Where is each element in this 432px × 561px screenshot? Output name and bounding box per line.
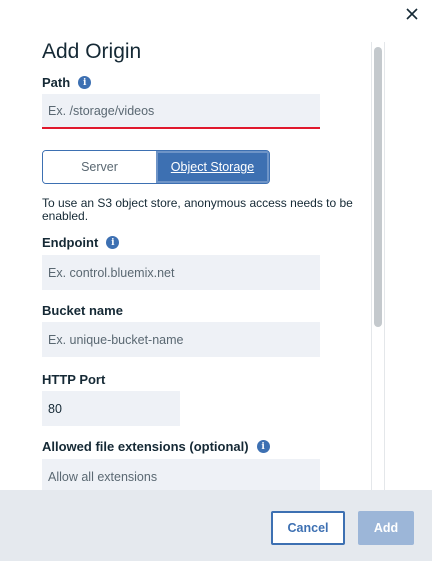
s3-access-note: To use an S3 object store, anonymous acc… [42, 196, 353, 223]
endpoint-input[interactable] [42, 255, 320, 290]
dialog-body: Add Origin Path i Server Object Storage … [0, 0, 372, 490]
endpoint-label: Endpoint [42, 235, 99, 250]
object-storage-option[interactable]: Object Storage [156, 151, 269, 183]
server-option[interactable]: Server [43, 151, 156, 183]
close-button[interactable] [400, 2, 424, 26]
dialog-title: Add Origin [42, 40, 142, 63]
path-input[interactable] [42, 94, 320, 129]
extensions-input[interactable] [42, 459, 320, 490]
bucket-input[interactable] [42, 322, 320, 357]
add-button[interactable]: Add [358, 511, 414, 545]
bucket-label: Bucket name [42, 303, 123, 318]
dialog-footer: Cancel Add [0, 490, 432, 561]
scrollbar-thumb[interactable] [374, 47, 382, 327]
path-info-icon[interactable]: i [78, 76, 92, 89]
path-label-row: Path i [42, 75, 92, 90]
close-icon [406, 8, 418, 20]
cancel-button[interactable]: Cancel [271, 511, 345, 545]
path-label: Path [42, 75, 71, 90]
extensions-label: Allowed file extensions (optional) [42, 439, 249, 454]
origin-type-toggle: Server Object Storage [42, 150, 270, 184]
endpoint-label-row: Endpoint i [42, 235, 120, 250]
http-port-label-row: HTTP Port [42, 372, 105, 387]
bucket-label-row: Bucket name [42, 303, 123, 318]
extensions-info-icon[interactable]: i [256, 440, 270, 453]
extensions-label-row: Allowed file extensions (optional) i [42, 439, 270, 454]
endpoint-info-icon[interactable]: i [106, 236, 120, 249]
http-port-label: HTTP Port [42, 372, 106, 387]
http-port-input[interactable] [42, 391, 180, 426]
